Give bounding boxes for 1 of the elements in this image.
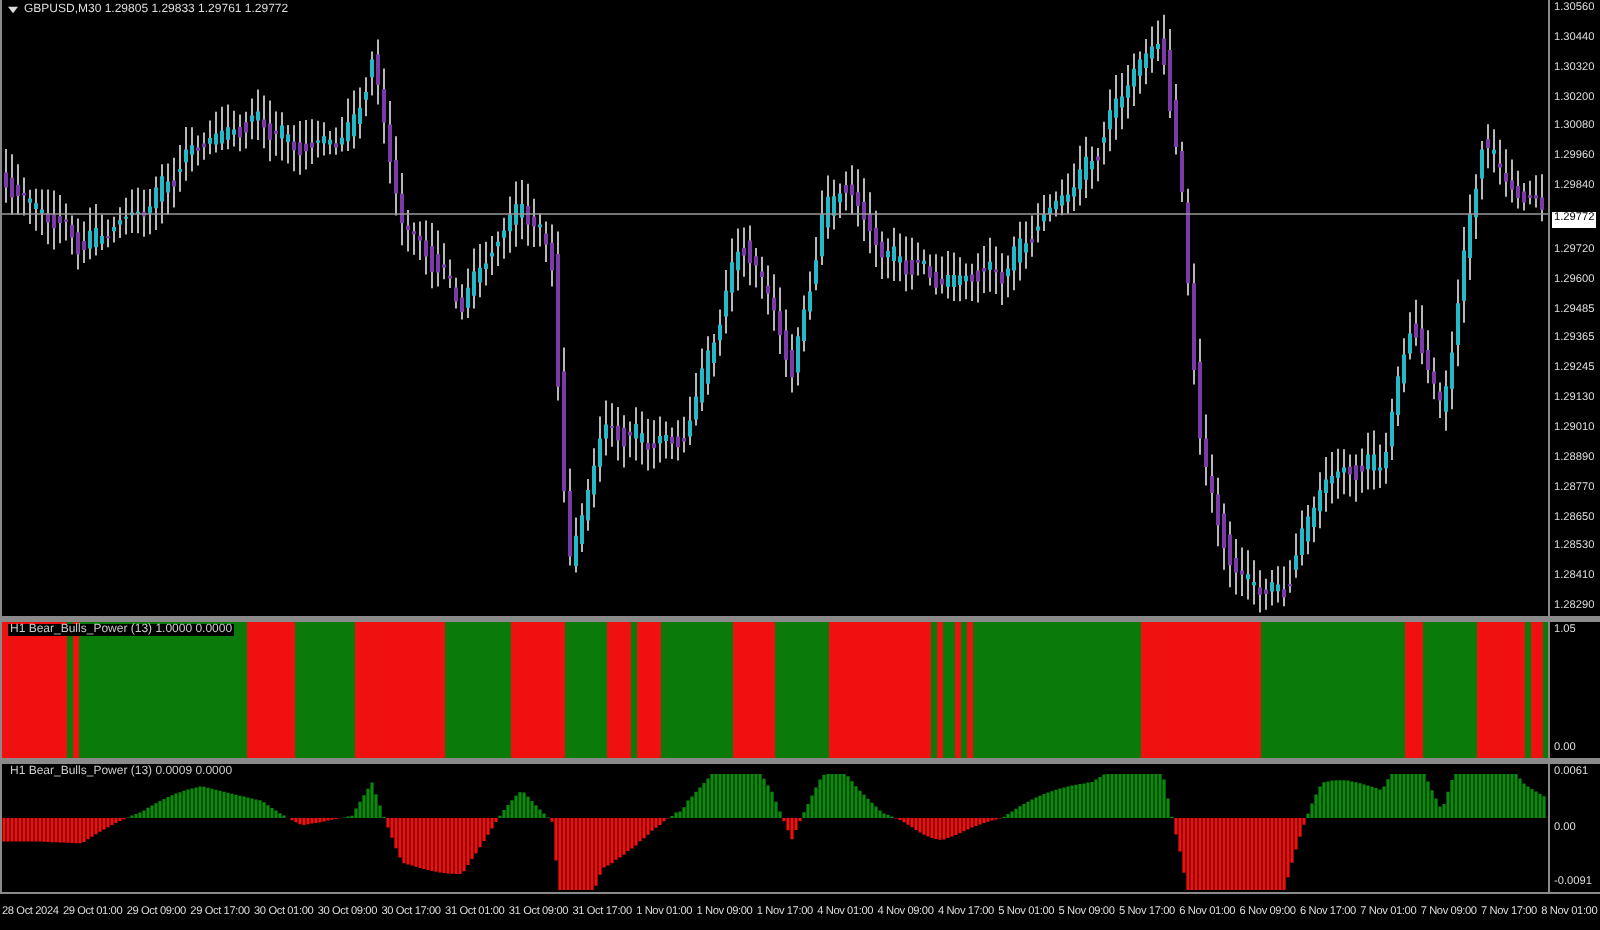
dropdown-caret-icon[interactable] (8, 6, 18, 14)
